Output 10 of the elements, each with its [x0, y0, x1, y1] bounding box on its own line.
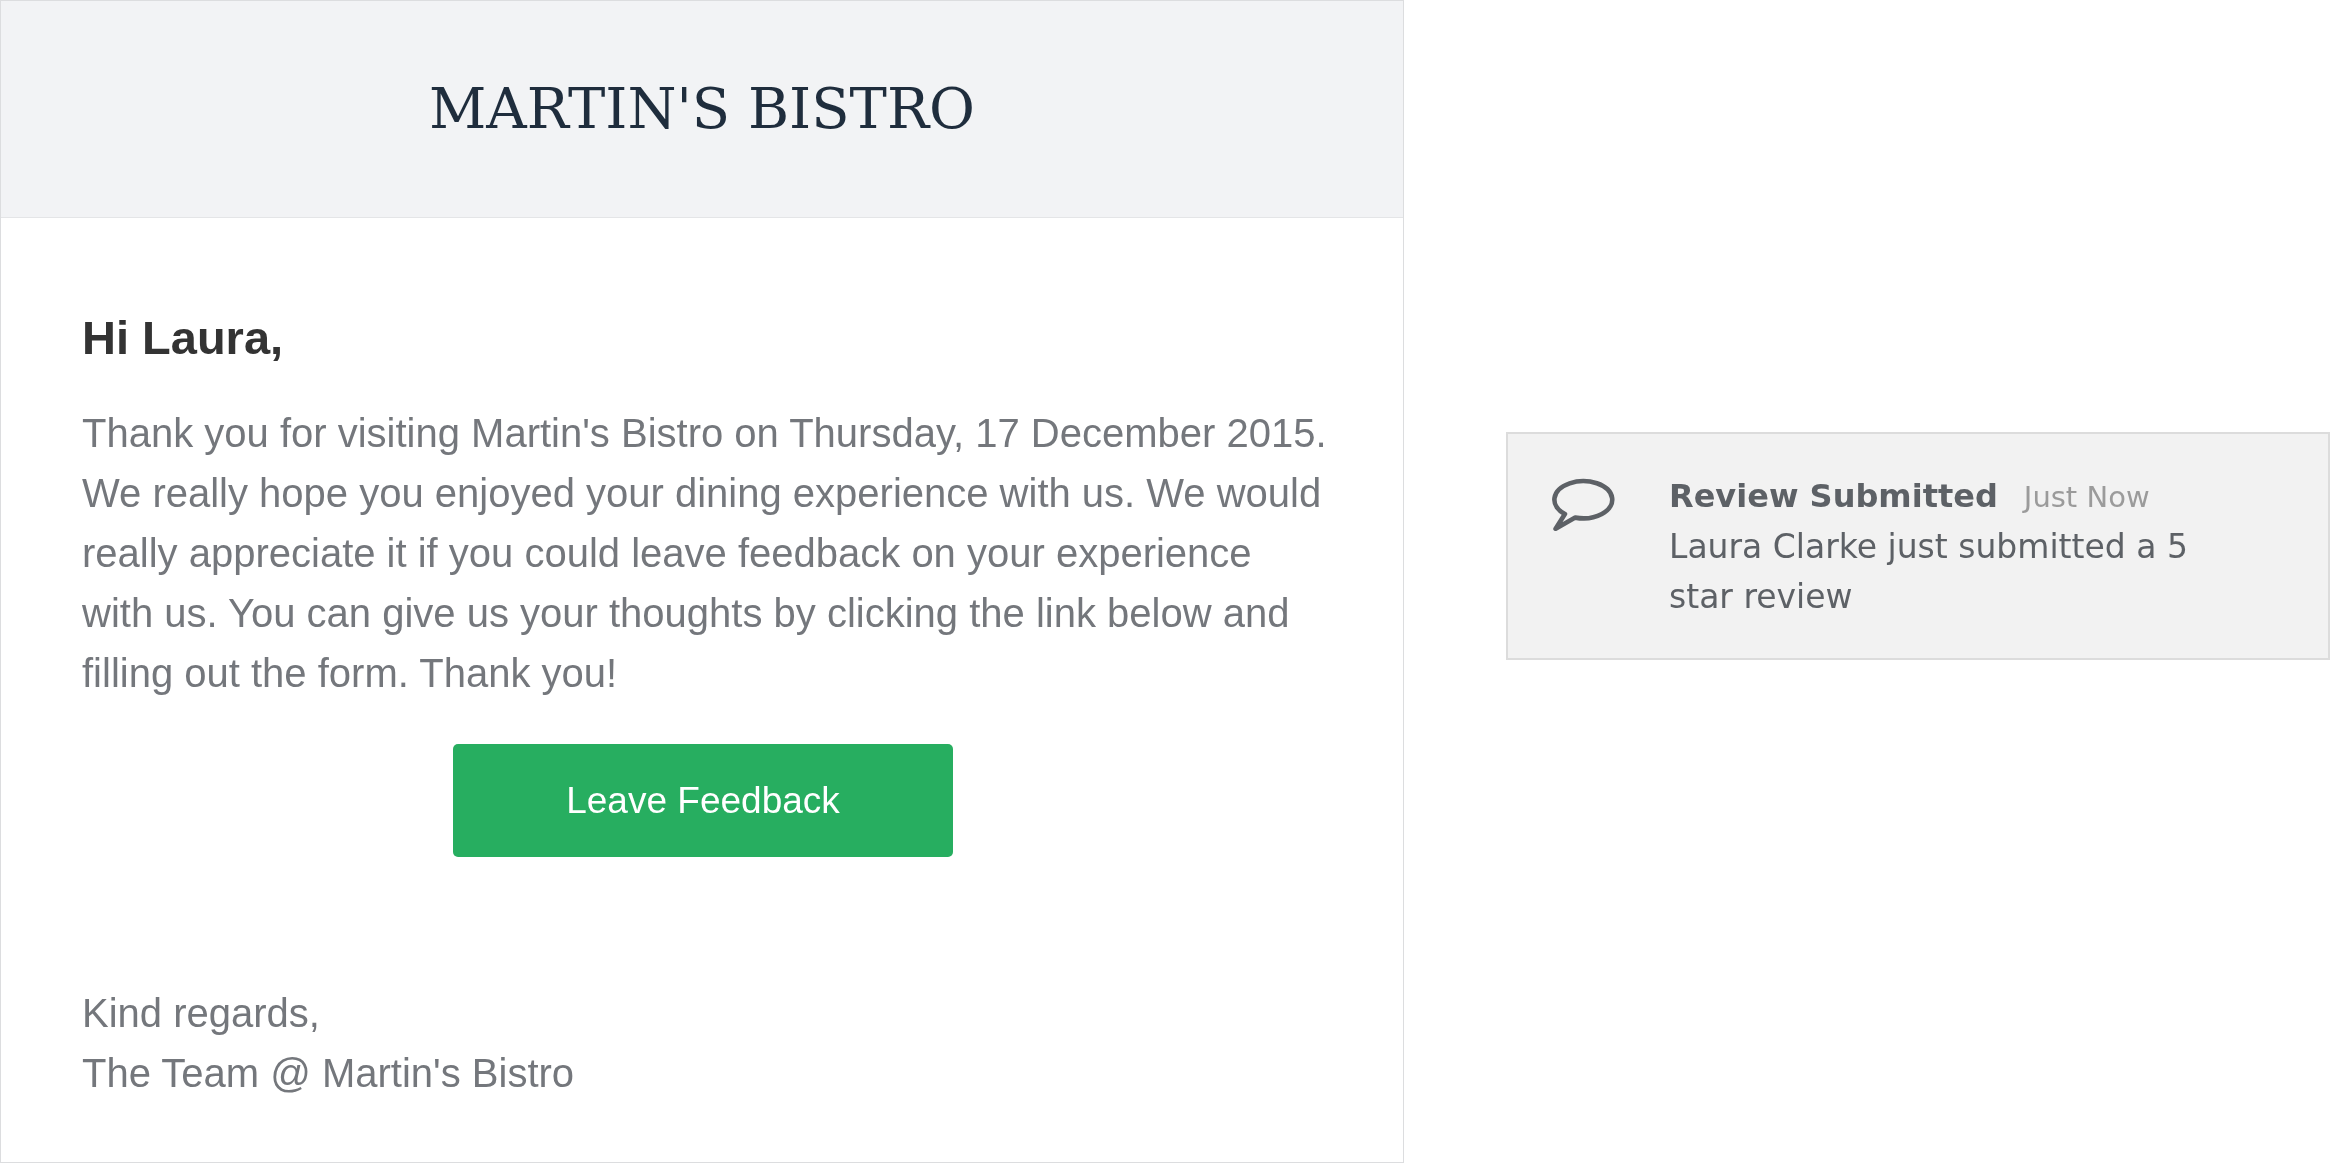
message-text: Thank you for visiting Martin's Bistro on Thursday, 17 December 2015. We really hope you enjoyed your dining experience with us. We would really appreciate it if you could leave feedback on your experience with us. You can give us your thoughts by clicking the link below and filling out the form. Thank you! [82, 410, 1328, 697]
notification-time: Just Now [2023, 479, 2150, 516]
leave-feedback-button[interactable]: Leave Feedback [453, 744, 953, 857]
notification-title: Review Submitted [1669, 476, 1998, 517]
greeting: Hi Laura, [82, 310, 285, 366]
speech-bubble-icon [1552, 478, 1615, 532]
signoff-text: Kind regards, [82, 990, 321, 1037]
brand-title: MARTIN'S BISTRO [428, 81, 976, 137]
signoff-text: The Team @ Martin's Bistro [82, 1050, 576, 1097]
notification-text: Laura Clarke just submitted a 5 star review [1669, 526, 2189, 618]
